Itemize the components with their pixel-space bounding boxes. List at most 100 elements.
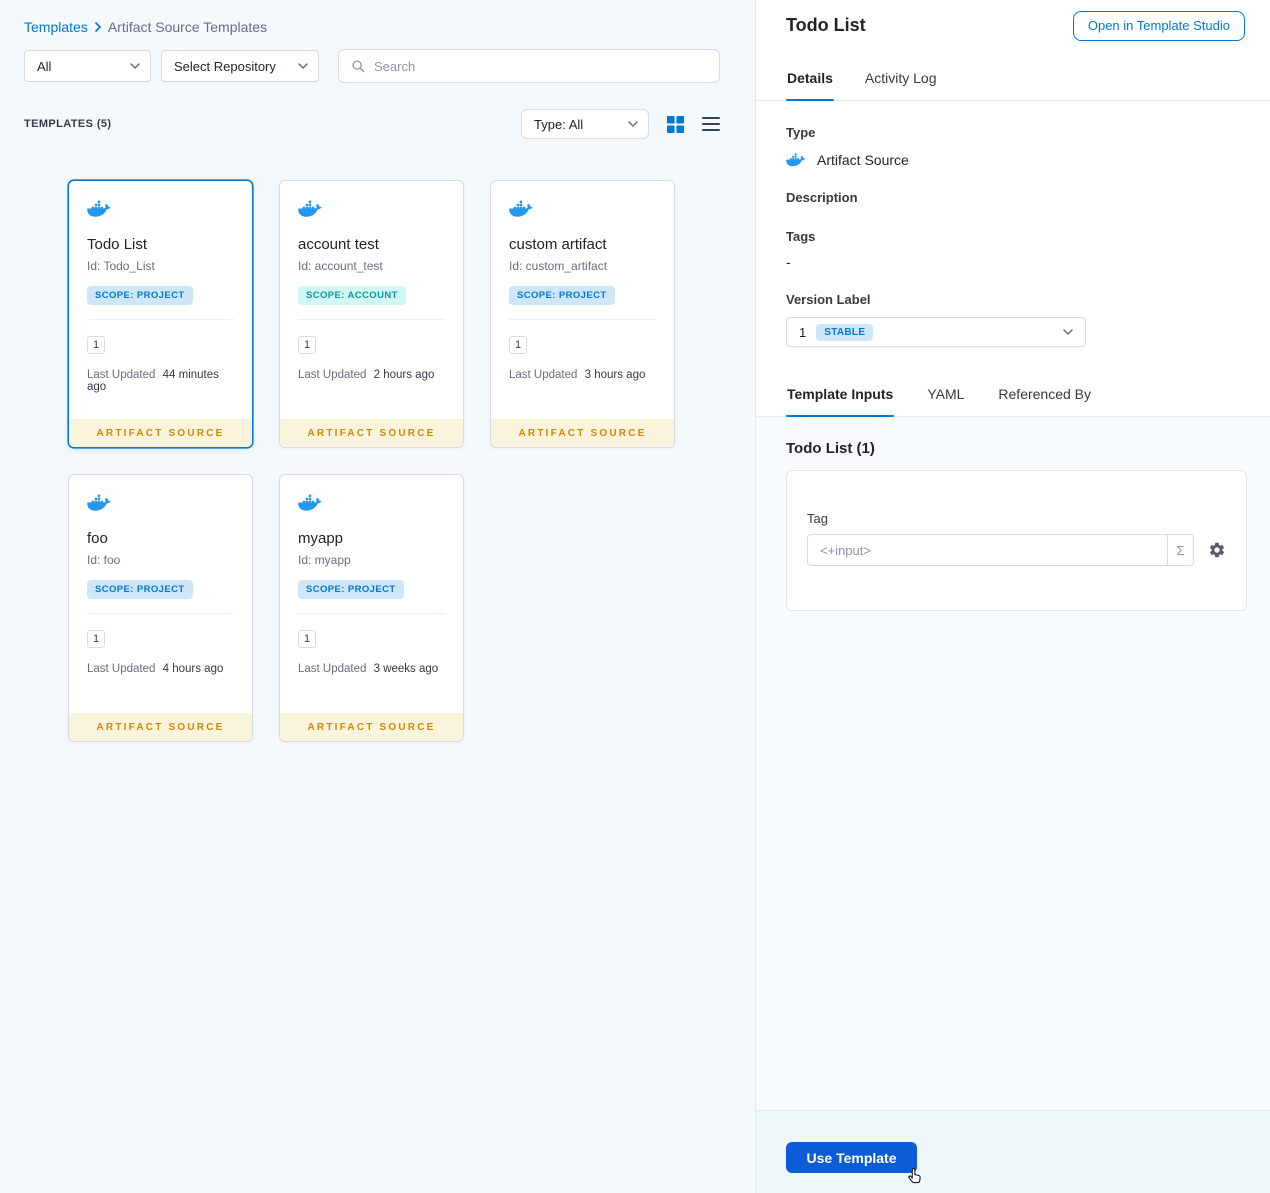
last-updated: Last Updated 4 hours ago <box>87 663 224 675</box>
version-chip: 1 <box>87 630 105 648</box>
last-updated: Last Updated 3 weeks ago <box>298 663 439 675</box>
search-icon <box>351 59 365 73</box>
scope-badge: SCOPE: PROJECT <box>87 286 193 305</box>
template-id: Id: custom_artifact <box>509 259 608 273</box>
expression-sigma-button[interactable]: Σ <box>1167 535 1193 565</box>
use-template-button[interactable]: Use Template <box>786 1142 917 1173</box>
template-id: Id: foo <box>87 553 121 567</box>
tab-details[interactable]: Details <box>786 70 834 101</box>
card-divider <box>298 613 445 614</box>
search-input[interactable] <box>374 58 707 74</box>
version-label: Version Label <box>786 292 871 307</box>
version-chip: 1 <box>509 336 527 354</box>
breadcrumb-current: Artifact Source Templates <box>107 18 268 35</box>
version-chip: 1 <box>87 336 105 354</box>
version-dropdown[interactable]: 1 STABLE <box>786 317 1086 347</box>
version-value: 1 <box>799 324 807 340</box>
stable-badge: STABLE <box>816 323 874 341</box>
card-divider <box>87 319 234 320</box>
chevron-down-icon <box>1063 329 1073 335</box>
tab-yaml[interactable]: YAML <box>926 386 965 416</box>
template-title: myapp <box>298 530 344 547</box>
tag-input-row: Σ <box>807 534 1226 566</box>
scope-filter-value: All <box>37 58 52 74</box>
breadcrumb-chevron-icon <box>95 22 101 32</box>
card-divider <box>509 319 656 320</box>
tag-input-wrap: Σ <box>807 534 1194 566</box>
chevron-down-icon <box>130 63 140 69</box>
template-id: Id: myapp <box>298 553 351 567</box>
template-details-panel: Todo List Open in Template Studio Detail… <box>755 0 1270 1193</box>
scope-filter-dropdown[interactable]: All <box>24 50 151 82</box>
template-inputs-section: Todo List (1) Tag Σ <box>756 417 1270 1110</box>
list-view-icon[interactable] <box>702 117 720 131</box>
template-title: foo <box>87 530 108 547</box>
settings-gear-icon[interactable] <box>1208 541 1226 559</box>
type-filter-dropdown[interactable]: Type: All <box>521 109 649 139</box>
pointer-cursor <box>905 1167 924 1186</box>
tags-value: - <box>786 254 791 270</box>
template-card-custom-artifact[interactable]: custom artifact Id: custom_artifact SCOP… <box>490 180 675 448</box>
type-filter-value: Type: All <box>534 116 584 132</box>
grid-view-icon[interactable] <box>667 116 684 133</box>
panel-header: Todo List Open in Template Studio <box>756 0 1270 51</box>
inputs-card: Tag Σ <box>786 470 1247 611</box>
templates-list-pane: Templates Artifact Source Templates All … <box>0 0 755 1193</box>
tags-label: Tags <box>786 229 816 244</box>
list-header: TEMPLATES (5) Type: All <box>24 109 720 139</box>
card-divider <box>298 319 445 320</box>
scope-badge: SCOPE: PROJECT <box>509 286 615 305</box>
tab-template-inputs[interactable]: Template Inputs <box>786 386 895 417</box>
template-type-footer: ARTIFACT SOURCE <box>280 713 463 741</box>
search-box[interactable] <box>338 49 720 83</box>
template-title: custom artifact <box>509 236 607 253</box>
chevron-down-icon <box>298 63 308 69</box>
version-chip: 1 <box>298 336 316 354</box>
card-divider <box>87 613 234 614</box>
panel-title: Todo List <box>786 15 866 35</box>
template-title: account test <box>298 236 379 253</box>
template-title: Todo List <box>87 236 148 253</box>
template-card-foo[interactable]: foo Id: foo SCOPE: PROJECT 1 Last Update… <box>68 474 253 742</box>
inputs-tab-bar: Template Inputs YAML Referenced By <box>756 373 1270 417</box>
list-controls: Type: All <box>521 109 720 139</box>
filter-row: All Select Repository <box>24 49 720 83</box>
docker-icon <box>298 199 324 219</box>
docker-icon <box>87 493 113 513</box>
docker-icon <box>786 152 807 168</box>
tab-activity-log[interactable]: Activity Log <box>864 70 938 100</box>
template-type-footer: ARTIFACT SOURCE <box>280 419 463 447</box>
template-card-todo-list[interactable]: Todo List Id: Todo_List SCOPE: PROJECT 1… <box>68 180 253 448</box>
docker-icon <box>298 493 324 513</box>
repository-filter-dropdown[interactable]: Select Repository <box>161 50 319 82</box>
template-type-footer: ARTIFACT SOURCE <box>69 713 252 741</box>
breadcrumb-templates-link[interactable]: Templates <box>24 19 88 35</box>
tag-label: Tag <box>807 511 828 526</box>
type-value-row: Artifact Source <box>786 152 1240 168</box>
template-card-myapp[interactable]: myapp Id: myapp SCOPE: PROJECT 1 Last Up… <box>279 474 464 742</box>
templates-count-label: TEMPLATES (5) <box>24 118 112 130</box>
scope-badge: SCOPE: PROJECT <box>87 580 193 599</box>
template-id: Id: Todo_List <box>87 259 155 273</box>
tag-input[interactable] <box>808 535 1167 565</box>
description-label: Description <box>786 190 858 205</box>
scope-badge: SCOPE: ACCOUNT <box>298 286 406 305</box>
template-type-footer: ARTIFACT SOURCE <box>69 419 252 447</box>
type-label: Type <box>786 125 816 140</box>
inputs-heading: Todo List (1) <box>786 440 875 457</box>
details-section: Type Artifact Source Description Tags - … <box>756 101 1270 373</box>
open-in-template-studio-button[interactable]: Open in Template Studio <box>1072 10 1245 41</box>
details-tab-bar: Details Activity Log <box>756 51 1270 101</box>
template-id: Id: account_test <box>298 259 383 273</box>
repository-filter-value: Select Repository <box>174 58 276 74</box>
breadcrumb: Templates Artifact Source Templates <box>24 18 720 35</box>
tab-referenced-by[interactable]: Referenced By <box>997 386 1092 416</box>
templates-grid: Todo List Id: Todo_List SCOPE: PROJECT 1… <box>68 180 720 742</box>
docker-icon <box>87 199 113 219</box>
last-updated: Last Updated 44 minutes ago <box>87 369 219 393</box>
last-updated: Last Updated 2 hours ago <box>298 369 435 381</box>
type-value: Artifact Source <box>817 152 909 168</box>
chevron-down-icon <box>628 121 638 127</box>
template-type-footer: ARTIFACT SOURCE <box>491 419 674 447</box>
template-card-account-test[interactable]: account test Id: account_test SCOPE: ACC… <box>279 180 464 448</box>
